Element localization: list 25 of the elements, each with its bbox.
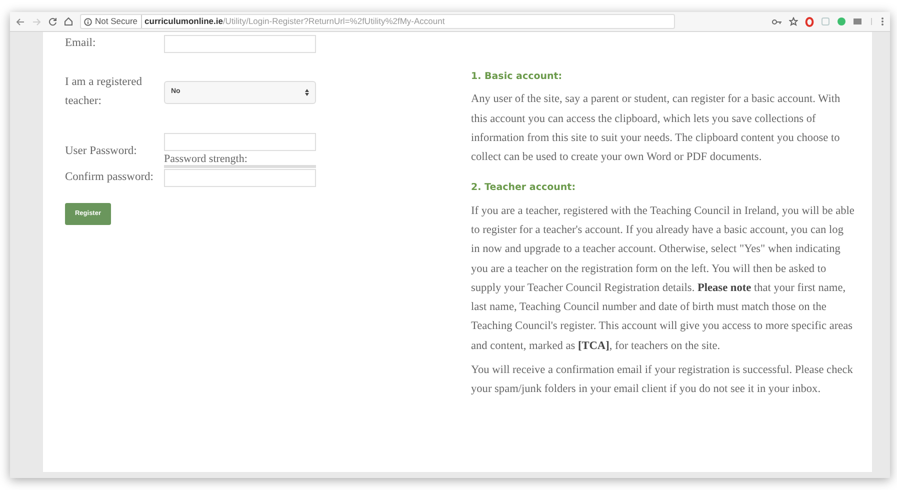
field-label: I am a registered teacher: [65,75,143,109]
back-icon[interactable] [16,18,25,26]
reload-icon[interactable] [48,17,57,26]
paragraph: Any user of the site, say a parent or student, can register for a basic account. With this account you can access the clipboard, which lets you save collections of information from this site to suit your needs. The clipboard content you choose to collect can be used to create your own Word or PDF documents. [471,92,842,166]
address-bar[interactable]: Not Secure curriculumonline.ie/Utility/Login-Register?ReturnUrl=%2fUtility%2fMy-Account [80,14,675,29]
url-text: curriculumonline.ie/Utility/Login-Register?ReturnUrl=%2fUtility%2fMy-Account [144,15,445,28]
key-icon[interactable] [772,18,782,24]
password-field[interactable] [164,133,316,151]
email-field[interactable] [164,34,316,52]
strength-label: Password strength: [164,153,248,165]
paragraph: You will receive a confirmation email if your registration is successful. Please check your spam/junk folders in your email client if you do not see it in your inbox. [471,363,854,398]
menu-icon[interactable] [881,17,884,26]
paragraph: If you are a teacher, registered with the Teaching Council in Ireland, you will be able to register for a teacher's account. If you already have a basic account, you can log in now and upgrade to a teacher account. Otherwise, select "Yes" when indicating you are a teacher on the registration form on the left. You will then be asked to supply your Teacher Council Registration details. Please note that your first name, last name, Teaching Council number and date of birth must match those on the Teaching Council's register. This account will give you access to more specific areas and content, marked as [TCA], for teachers on the site. [471,204,855,354]
ring-icon[interactable] [805,16,814,26]
section-heading: 2. Teacher account: [471,181,576,196]
info-icon [84,18,92,26]
home-icon[interactable] [64,17,73,26]
section-heading: 1. Basic account: [471,70,564,84]
star-icon[interactable] [789,17,798,26]
field-label: Confirm password: [65,170,154,185]
dropdown-arrows-icon [305,88,309,96]
password-field[interactable] [164,169,316,187]
field-label: User Password: [65,144,138,159]
field-label: Email: [65,36,97,51]
security-label: Not Secure [95,15,142,28]
